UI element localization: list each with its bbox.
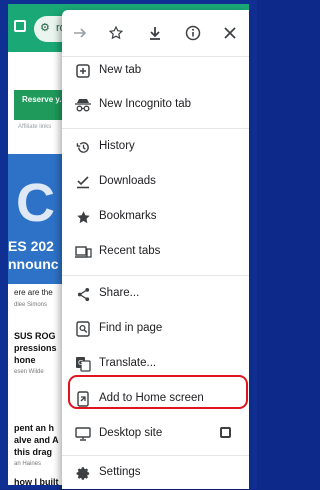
menu-action-row [62, 10, 249, 57]
info-icon[interactable] [179, 20, 207, 46]
menu-item-label: Desktop site [99, 427, 163, 439]
incognito-icon [74, 96, 92, 114]
devices-icon [74, 243, 92, 261]
desktop-site-checkbox[interactable] [220, 427, 231, 438]
menu-item-find-in-page[interactable]: Find in page [62, 312, 249, 346]
menu-item-label: Downloads [99, 175, 156, 187]
share-icon [74, 285, 92, 303]
star-filled-icon [74, 208, 92, 226]
menu-divider [62, 275, 249, 276]
hero-title-line2: nnounc [8, 256, 59, 272]
article-headline[interactable]: alve and A [14, 434, 59, 446]
download-icon[interactable] [141, 20, 169, 46]
article-text: ere are the [14, 288, 53, 297]
menu-item-label: Recent tabs [99, 245, 161, 257]
menu-item-label: Share... [99, 287, 140, 299]
affiliate-note: Affiliate links [18, 124, 52, 130]
article-headline[interactable]: pressions [14, 342, 57, 354]
menu-item-new-tab[interactable]: New tab [62, 54, 249, 88]
find-in-page-icon [74, 320, 92, 338]
browser-overflow-menu: New tab New Incognito tab History Downlo… [62, 10, 249, 489]
article-headline[interactable]: pent an h [14, 422, 54, 434]
article-headline[interactable]: hone [14, 354, 36, 366]
menu-item-label: New tab [99, 64, 142, 76]
download-done-icon [74, 173, 92, 191]
svg-text:G: G [78, 359, 83, 367]
menu-item-label: New Incognito tab [99, 98, 192, 110]
menu-item-label: Translate... [99, 357, 157, 369]
menu-item-desktop-site[interactable]: Desktop site [62, 417, 249, 451]
menu-item-bookmarks[interactable]: Bookmarks [62, 200, 249, 234]
article-headline[interactable]: how I built [14, 476, 59, 485]
menu-divider [62, 128, 249, 129]
menu-item-share[interactable]: Share... [62, 277, 249, 311]
article-byline: an Haines [14, 461, 42, 467]
menu-item-label: Bookmarks [99, 210, 157, 222]
menu-item-label: Find in page [99, 322, 163, 334]
menu-item-recent-tabs[interactable]: Recent tabs [62, 235, 249, 269]
site-settings-icon[interactable]: ⚙ [40, 21, 50, 34]
article-byline: esen Wilde [14, 369, 44, 375]
menu-item-history[interactable]: History [62, 130, 249, 164]
history-icon [74, 138, 92, 156]
article-byline: dlee Simons [14, 302, 48, 308]
menu-item-label: Settings [99, 466, 141, 478]
desktop-icon [74, 425, 92, 443]
star-outline-icon[interactable] [102, 20, 130, 46]
highlight-outline [68, 375, 248, 409]
hero-title-line1: ES 202 [8, 238, 54, 254]
close-icon[interactable] [216, 20, 244, 46]
menu-item-label: History [99, 140, 135, 152]
menu-item-downloads[interactable]: Downloads [62, 165, 249, 199]
translate-icon: G [74, 355, 92, 373]
menu-item-settings[interactable]: Settings [62, 456, 249, 490]
article-headline[interactable]: this drag [14, 446, 52, 458]
gear-icon [74, 464, 92, 482]
arrow-forward-icon[interactable] [66, 20, 94, 46]
tab-switcher-icon[interactable] [14, 20, 26, 32]
plus-box-icon [74, 62, 92, 80]
hero-logo-letter: C [16, 173, 55, 233]
hero-image[interactable]: C ES 202 nnounc [8, 154, 68, 284]
article-headline[interactable]: SUS ROG [14, 330, 56, 342]
menu-item-new-incognito-tab[interactable]: New Incognito tab [62, 88, 249, 122]
